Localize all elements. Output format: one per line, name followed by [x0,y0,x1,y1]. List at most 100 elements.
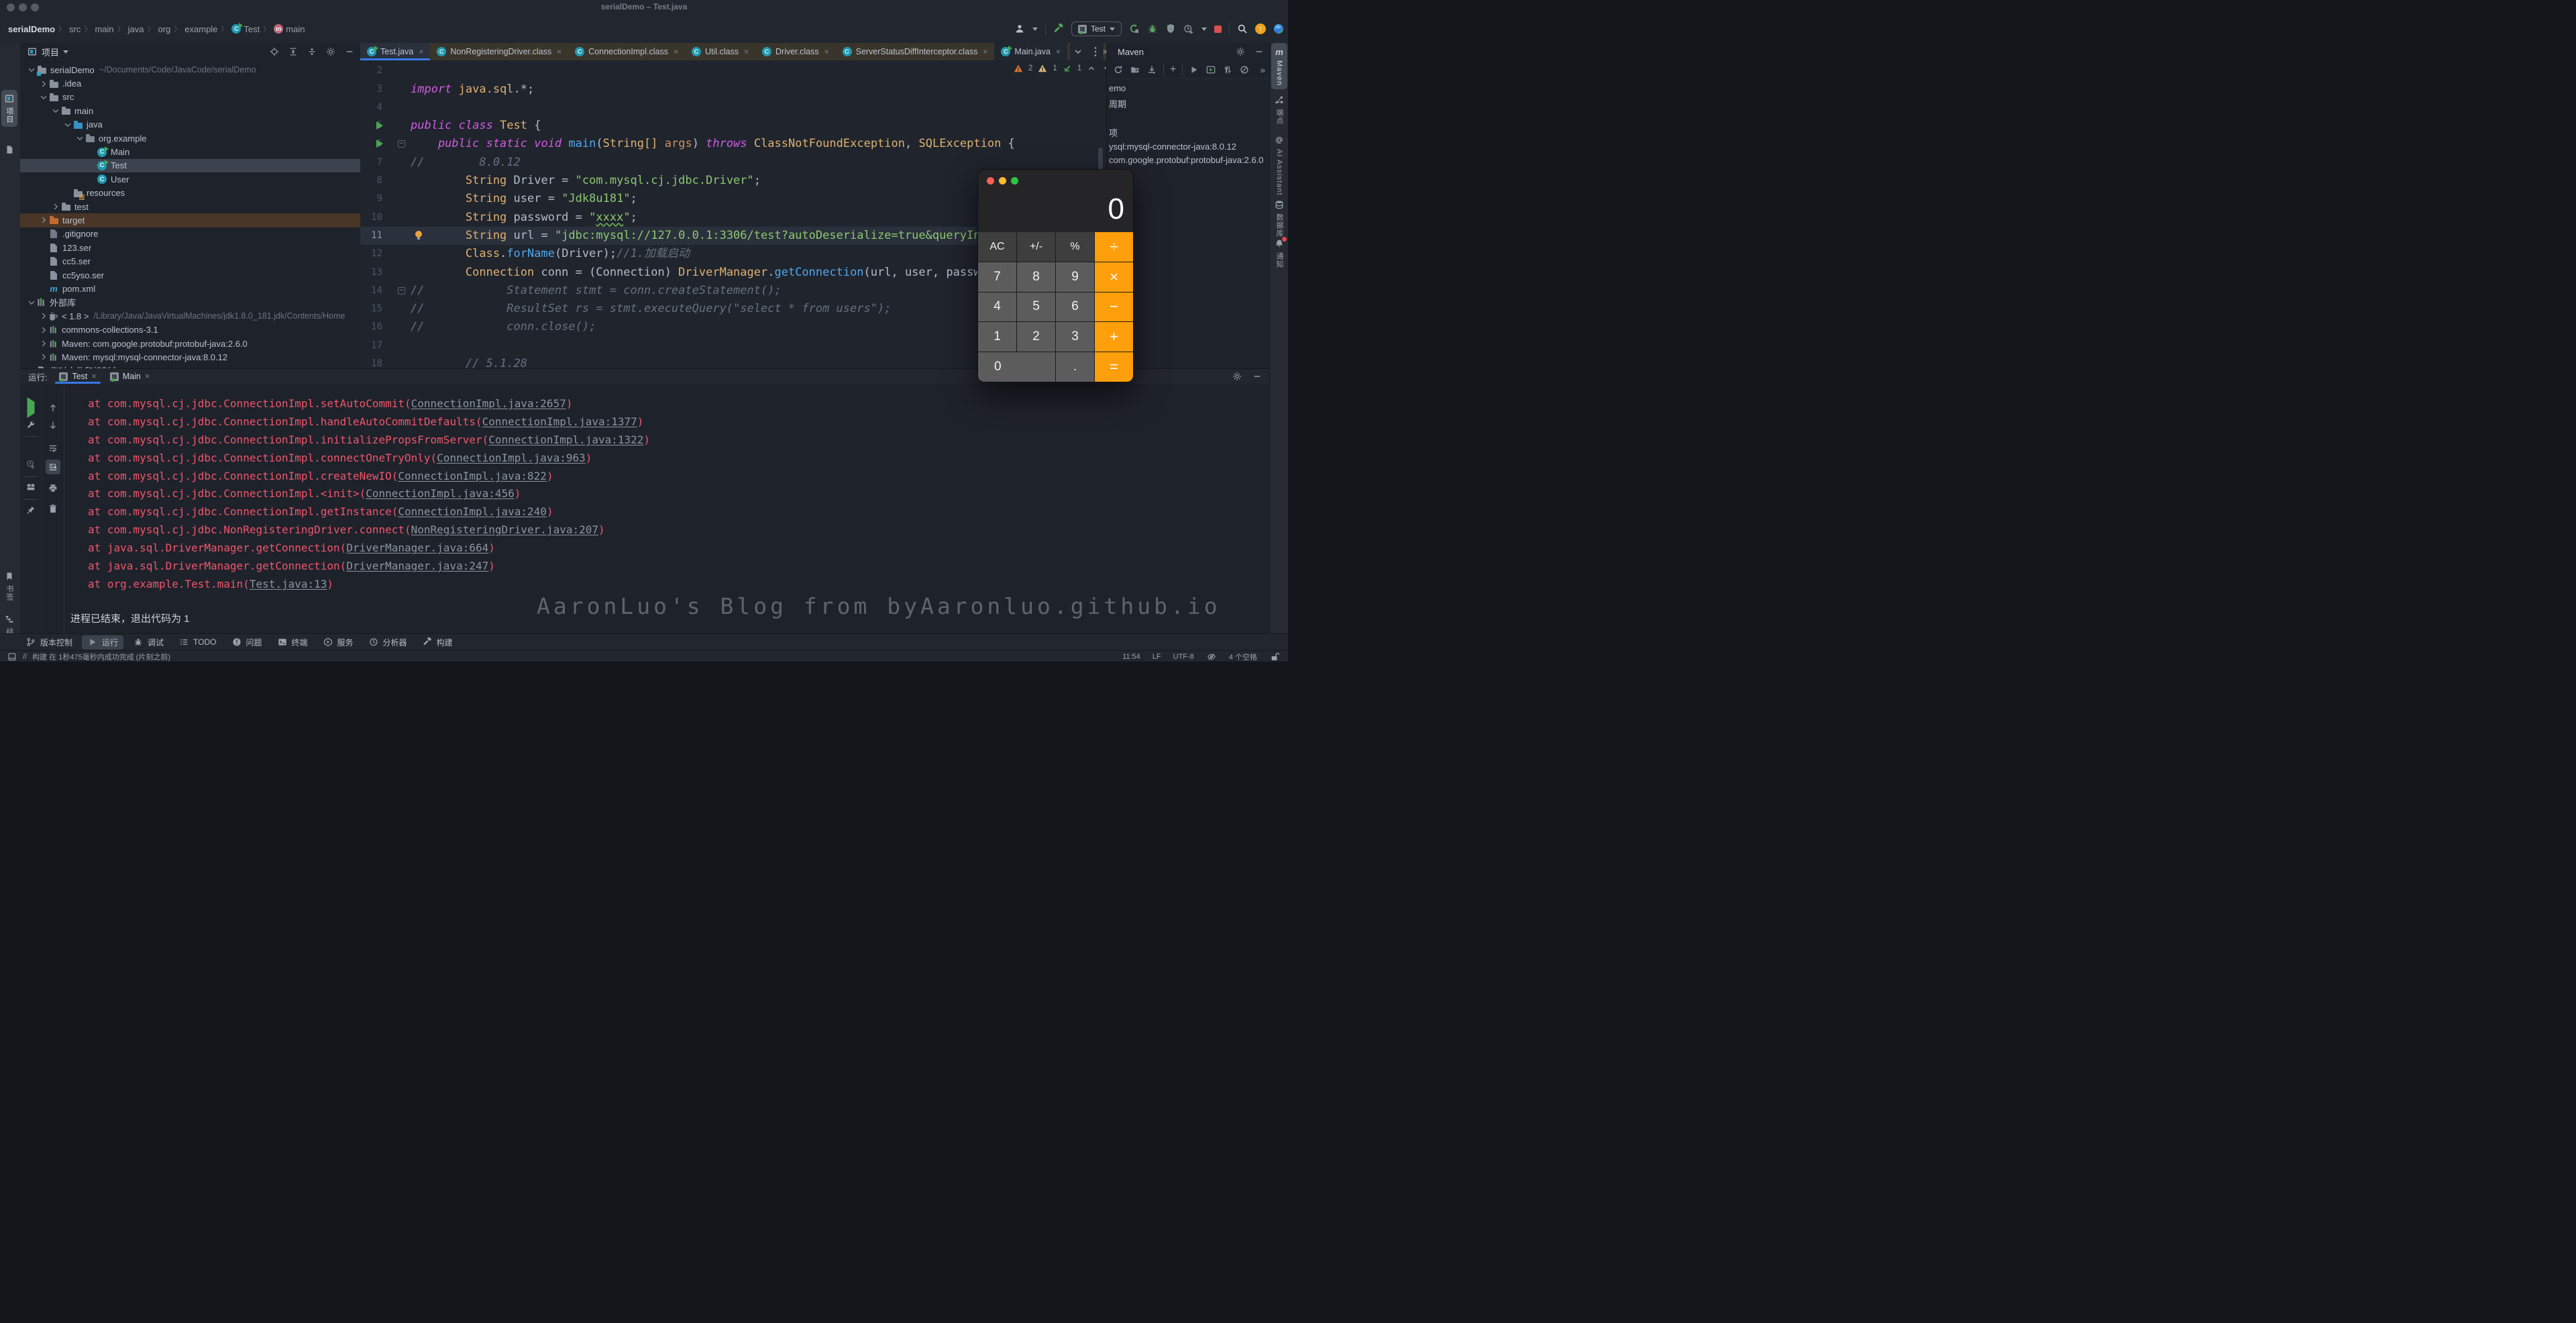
gear-icon[interactable] [325,46,336,57]
calc-minimize-button[interactable] [999,177,1006,184]
maven-sync-folder-icon[interactable] [1130,64,1140,75]
tree-item-123.ser[interactable]: 123.ser [20,241,360,254]
up-stack-icon[interactable] [48,403,58,413]
tree-item-Main[interactable]: CMain [20,145,360,158]
calc-key-×[interactable]: × [1095,262,1133,292]
code-line-3[interactable]: 3import java.sql.*; [360,81,1106,99]
breadcrumb-item-org[interactable]: org [158,24,170,34]
breadcrumb-item-main[interactable]: main [95,24,113,34]
close-tab-icon[interactable]: × [983,47,987,56]
stop-button[interactable] [1214,25,1222,33]
breadcrumb-item-java[interactable]: java [128,24,144,34]
stack-frame-link[interactable]: DriverManager.java:664 [346,541,488,554]
tree-item-Test[interactable]: CTest [20,159,360,172]
editor-tab-NonRegisteringDriver.class[interactable]: CNonRegisteringDriver.class× [430,43,568,60]
maven-tree-item[interactable]: 周期 [1109,97,1269,110]
chevron-down-icon[interactable] [63,50,68,54]
breadcrumb-item-Test[interactable]: CTest [231,24,260,34]
calc-key-5[interactable]: 5 [1017,293,1055,322]
stripe-通知[interactable]: 通知 [1271,235,1287,272]
close-tab-icon[interactable]: × [145,372,150,381]
clear-console-icon[interactable] [48,503,58,514]
editor-tab-ServerStatusDiffInterceptor.class[interactable]: CServerStatusDiffInterceptor.class× [836,43,995,60]
stack-frame-link[interactable]: ConnectionImpl.java:822 [398,470,547,482]
tree-item-src[interactable]: src [20,91,360,104]
stripe-项目[interactable]: 项目 [1,90,17,127]
stripe-数据库[interactable]: 数据库 [1271,196,1287,241]
breadcrumb-item-serialDemo[interactable]: serialDemo [8,24,55,34]
tree-item-org.example[interactable]: org.example [20,131,360,145]
stripe-icon[interactable] [1,141,17,158]
tree-item-main[interactable]: main [20,104,360,117]
maven-tree-item[interactable]: com.google.protobuf:protobuf-java:2.6.0 [1109,155,1269,165]
calc-key-9[interactable]: 9 [1056,262,1094,292]
run-gutter-icon[interactable] [376,140,383,148]
stack-frame-link[interactable]: Test.java:13 [250,578,327,590]
chevron-expanded-icon[interactable] [27,65,36,74]
maven-refresh-icon[interactable] [1113,64,1124,75]
maven-skip-tests-icon[interactable] [1239,64,1250,75]
chevron-collapsed-icon[interactable] [39,325,48,335]
project-panel-header[interactable]: 项目 [20,43,360,60]
gear-icon[interactable] [1235,46,1246,57]
calc-key-3[interactable]: 3 [1056,322,1094,352]
calc-key-−[interactable]: − [1095,293,1133,322]
maven-add-icon[interactable]: + [1170,64,1176,76]
chevron-collapsed-icon[interactable] [39,339,48,348]
file-encoding[interactable]: UTF-8 [1173,653,1194,661]
stripe-Maven[interactable]: mMaven [1271,43,1287,89]
status-message[interactable]: 构建 在 1秒475毫秒内成功完成 (片刻之前) [32,651,170,662]
calc-key-AC[interactable]: AC [978,232,1016,262]
close-tab-icon[interactable]: × [557,47,561,56]
stack-frame-link[interactable]: ConnectionImpl.java:456 [366,487,515,500]
code-line-4[interactable]: 4 [360,99,1106,117]
search-everywhere-icon[interactable] [1237,23,1248,34]
calc-key-÷[interactable]: ÷ [1095,232,1133,262]
toolwindow-button-TODO[interactable]: TODO [173,635,221,649]
chevron-expanded-icon[interactable] [27,298,36,307]
toolwindow-button-服务[interactable]: 服务 [317,635,359,649]
close-tab-icon[interactable]: × [419,47,423,56]
breadcrumb-item-example[interactable]: example [184,24,217,34]
chevron-collapsed-icon[interactable] [39,311,48,321]
chevron-collapsed-icon[interactable] [39,79,48,89]
tree-item-cc5yso.ser[interactable]: cc5yso.ser [20,268,360,282]
tree-item-Maven-com.google.protobuf-protobuf-java-2.6.0[interactable]: Maven: com.google.protobuf:protobuf-java… [20,337,360,350]
chevron-down-icon[interactable] [1201,28,1207,31]
calc-key-=[interactable]: = [1095,352,1133,382]
expand-all-icon[interactable] [288,46,299,57]
soft-wrap-icon[interactable] [48,443,58,454]
toolwindow-button-运行[interactable]: 运行 [82,635,123,649]
chevron-expanded-icon[interactable] [51,106,60,115]
profile-with-cursor-icon[interactable] [25,459,36,470]
chevron-collapsed-icon[interactable] [51,202,60,211]
scroll-to-end-icon[interactable] [46,460,60,474]
toolwindow-button-分析器[interactable]: 分析器 [363,635,413,649]
tree-item-cc5.ser[interactable]: cc5.ser [20,254,360,268]
print-icon[interactable] [48,483,58,494]
locate-file-icon[interactable] [269,46,280,57]
calc-zoom-button[interactable] [1011,177,1018,184]
maven-tree-item[interactable]: ysql:mysql-connector-java:8.0.12 [1109,142,1269,152]
indent-setting[interactable]: 4 个空格 [1229,651,1257,662]
editor-tab-Driver.class[interactable]: CDriver.class× [755,43,836,60]
debug-button[interactable] [1147,23,1158,34]
hide-panel-icon[interactable] [1254,46,1265,57]
maven-profiles-icon[interactable] [1222,64,1233,75]
tree-item-resources[interactable]: resources [20,187,360,200]
tree-item-User[interactable]: CUser [20,172,360,186]
tree-item-Maven-mysql-mysql-connector-java-8.0.12[interactable]: Maven: mysql:mysql-connector-java:8.0.12 [20,350,360,364]
calculator-window[interactable]: 0 AC+/-%÷789×456−123+0.= [977,169,1134,382]
stripe-书签[interactable]: 书签 [1,568,17,604]
toolwindow-button-构建[interactable]: 构建 [417,635,458,649]
calc-key-1[interactable]: 1 [978,322,1016,352]
run-button[interactable] [1129,23,1140,34]
close-tab-icon[interactable]: × [744,47,749,56]
caret-position[interactable]: 11:54 [1122,653,1140,661]
tree-item-pom.xml[interactable]: mpom.xml [20,282,360,295]
run-gutter-icon[interactable] [376,121,383,129]
chevron-collapsed-icon[interactable] [39,352,48,362]
tree-item-test[interactable]: test [20,200,360,213]
stack-frame-link[interactable]: ConnectionImpl.java:1322 [488,433,643,446]
tree-item-java[interactable]: java [20,118,360,131]
